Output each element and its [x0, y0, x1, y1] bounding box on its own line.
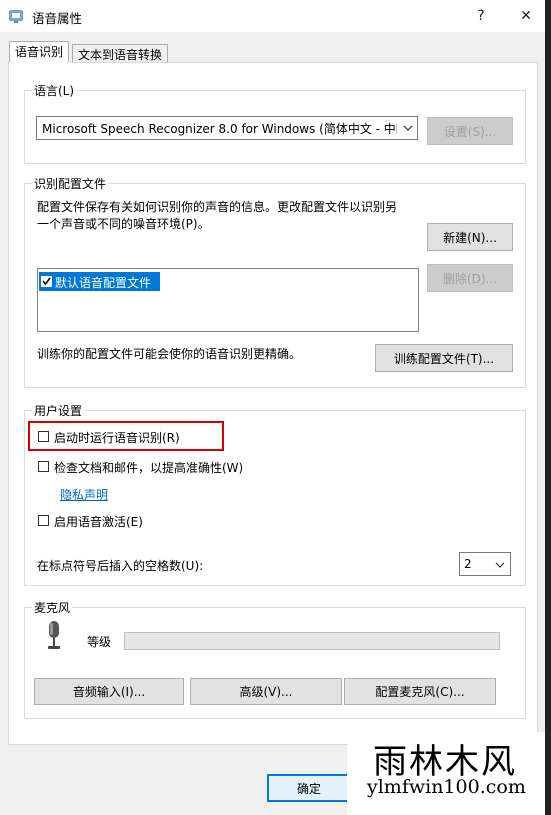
spaces-select[interactable]: 2 — [459, 552, 511, 576]
audio-input-button[interactable]: 音频输入(I)... — [34, 678, 184, 705]
advanced-button[interactable]: 高级(V)... — [190, 678, 342, 705]
profile-label: 默认语音配置文件 — [55, 276, 152, 290]
profile-list[interactable]: 默认语音配置文件 — [37, 268, 419, 332]
ok-button[interactable]: 确定 — [267, 774, 351, 802]
profile-checkbox[interactable] — [41, 276, 52, 287]
run-at-startup-label[interactable]: 启动时运行语音识别(R) — [54, 429, 180, 446]
language-select[interactable]: Microsoft Speech Recognizer 8.0 for Wind… — [36, 116, 418, 140]
window-edge — [545, 0, 551, 815]
language-select-value: Microsoft Speech Recognizer 8.0 for Wind… — [42, 121, 397, 136]
configure-microphone-button[interactable]: 配置麦克风(C)... — [344, 678, 496, 705]
microphone-icon — [48, 621, 60, 649]
run-at-startup-checkbox[interactable] — [38, 431, 49, 442]
watermark-url: ylmfwin100.com — [367, 776, 526, 798]
window-title: 语音属性 — [32, 11, 83, 26]
tab-join — [10, 62, 70, 64]
title-bar: 语音属性 ? ✕ — [0, 0, 551, 32]
speech-app-icon — [9, 10, 23, 23]
review-documents-label[interactable]: 检查文档和邮件，以提高准确性(W) — [54, 459, 243, 476]
list-item[interactable]: 默认语音配置文件 — [39, 272, 160, 291]
delete-profile-button[interactable]: 删除(D)... — [427, 264, 513, 292]
train-profile-button[interactable]: 训练配置文件(T)... — [375, 344, 513, 372]
level-label: 等级 — [87, 635, 112, 649]
profile-description-line1: 配置文件保存有关如何识别你的声音的信息。更改配置文件以识别另 — [37, 200, 398, 214]
spaces-label: 在标点符号后插入的空格数(U): — [37, 559, 204, 573]
microphone-group-title: 麦克风 — [32, 599, 73, 616]
level-meter — [124, 632, 500, 650]
voice-activation-checkbox[interactable] — [38, 515, 49, 526]
privacy-statement-link[interactable]: 隐私声明 — [60, 486, 108, 503]
voice-activation-label[interactable]: 启用语音激活(E) — [54, 513, 143, 530]
user-settings-title: 用户设置 — [32, 402, 85, 419]
review-documents-checkbox[interactable] — [38, 461, 49, 472]
watermark: 雨林木风 ylmfwin100.com — [347, 732, 545, 815]
help-button[interactable]: ? — [458, 0, 504, 32]
checkmark-icon — [42, 277, 51, 286]
chevron-down-icon — [403, 125, 413, 131]
new-profile-button[interactable]: 新建(N)... — [427, 223, 513, 251]
close-button[interactable]: ✕ — [503, 0, 549, 32]
language-settings-button[interactable]: 设置(S)... — [427, 117, 513, 145]
spaces-select-value: 2 — [464, 557, 472, 571]
train-hint: 训练你的配置文件可能会使你的语音识别更精确。 — [37, 347, 302, 361]
profile-group-title: 识别配置文件 — [32, 175, 109, 192]
language-group-title: 语言(L) — [32, 82, 77, 99]
chevron-down-icon — [495, 562, 505, 568]
profile-description-line2: 一个声音或不同的噪音环境(P)。 — [37, 217, 210, 231]
